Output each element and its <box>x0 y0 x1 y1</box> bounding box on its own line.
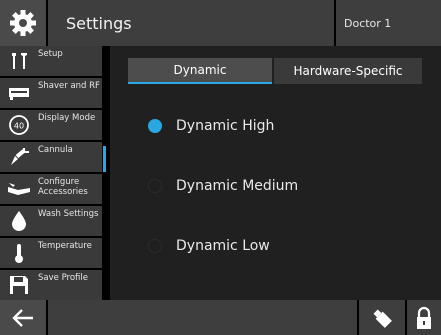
svg-text:40: 40 <box>14 122 24 131</box>
wrench-screwdriver-icon <box>0 46 38 76</box>
shaver-icon <box>0 78 38 108</box>
gear-icon <box>10 10 36 36</box>
sidebar-item-temperature[interactable]: Temperature <box>0 238 102 268</box>
sidebar-item-save-profile[interactable]: Save Profile <box>0 270 102 300</box>
radio-selected[interactable] <box>148 119 162 133</box>
sidebar-item-label: Wash Settings <box>38 209 99 219</box>
page-title: Settings <box>48 0 334 46</box>
header-bar: Settings Doctor 1 <box>0 0 441 46</box>
option-dynamic-medium[interactable]: Dynamic Medium <box>148 178 298 194</box>
radio-unselected[interactable] <box>148 179 162 193</box>
option-dynamic-low[interactable]: Dynamic Low <box>148 238 270 254</box>
settings-home-button[interactable] <box>0 0 46 46</box>
sidebar-item-label: Setup <box>38 49 63 59</box>
display-mode-40-icon: 40 <box>0 110 38 140</box>
sidebar-item-wash-settings[interactable]: Wash Settings <box>0 206 102 236</box>
option-label: Dynamic Low <box>176 238 270 254</box>
cannula-settings-panel: Dynamic Hardware-Specific Dynamic High D… <box>110 46 441 300</box>
tab-hardware-specific[interactable]: Hardware-Specific <box>274 58 422 84</box>
sidebar-item-configure-accessories[interactable]: Configure Accessories <box>0 174 102 204</box>
app-window: Settings Doctor 1 Setup Shaver and RF 40… <box>0 0 441 335</box>
sidebar-item-shaver-rf[interactable]: Shaver and RF <box>0 78 102 108</box>
floppy-disk-icon <box>0 270 38 300</box>
active-indicator <box>103 146 106 172</box>
usb-button[interactable] <box>359 300 405 335</box>
accessories-icon <box>0 174 38 204</box>
sidebar-item-label: Shaver and RF <box>38 81 100 91</box>
option-label: Dynamic High <box>176 118 275 134</box>
back-button[interactable] <box>0 300 46 335</box>
lock-icon <box>417 306 431 329</box>
sidebar-item-label: Display Mode <box>38 113 96 123</box>
sidebar-item-label: Save Profile <box>38 273 88 283</box>
usb-drive-icon <box>373 309 392 328</box>
mode-tabs: Dynamic Hardware-Specific <box>128 58 422 84</box>
sidebar-item-label: Configure Accessories <box>38 177 88 197</box>
footer-bar <box>0 300 441 335</box>
radio-unselected[interactable] <box>148 239 162 253</box>
sidebar-item-label: Temperature <box>38 241 92 251</box>
footer-spacer <box>48 300 357 335</box>
cannula-icon <box>0 142 38 172</box>
user-name[interactable]: Doctor 1 <box>336 0 441 46</box>
sidebar-item-label: Cannula <box>38 145 73 155</box>
droplet-icon <box>0 206 38 236</box>
option-label: Dynamic Medium <box>176 178 299 194</box>
arrow-left-icon <box>12 308 33 327</box>
sidebar: Setup Shaver and RF 40 Display Mode Cann… <box>0 46 108 300</box>
option-dynamic-high[interactable]: Dynamic High <box>148 118 274 134</box>
sidebar-item-setup[interactable]: Setup <box>0 46 102 76</box>
sidebar-item-display-mode[interactable]: 40 Display Mode <box>0 110 102 140</box>
thermometer-icon <box>0 238 38 268</box>
tab-dynamic[interactable]: Dynamic <box>128 58 272 84</box>
lock-button[interactable] <box>407 300 441 335</box>
sidebar-item-cannula[interactable]: Cannula <box>0 142 106 172</box>
